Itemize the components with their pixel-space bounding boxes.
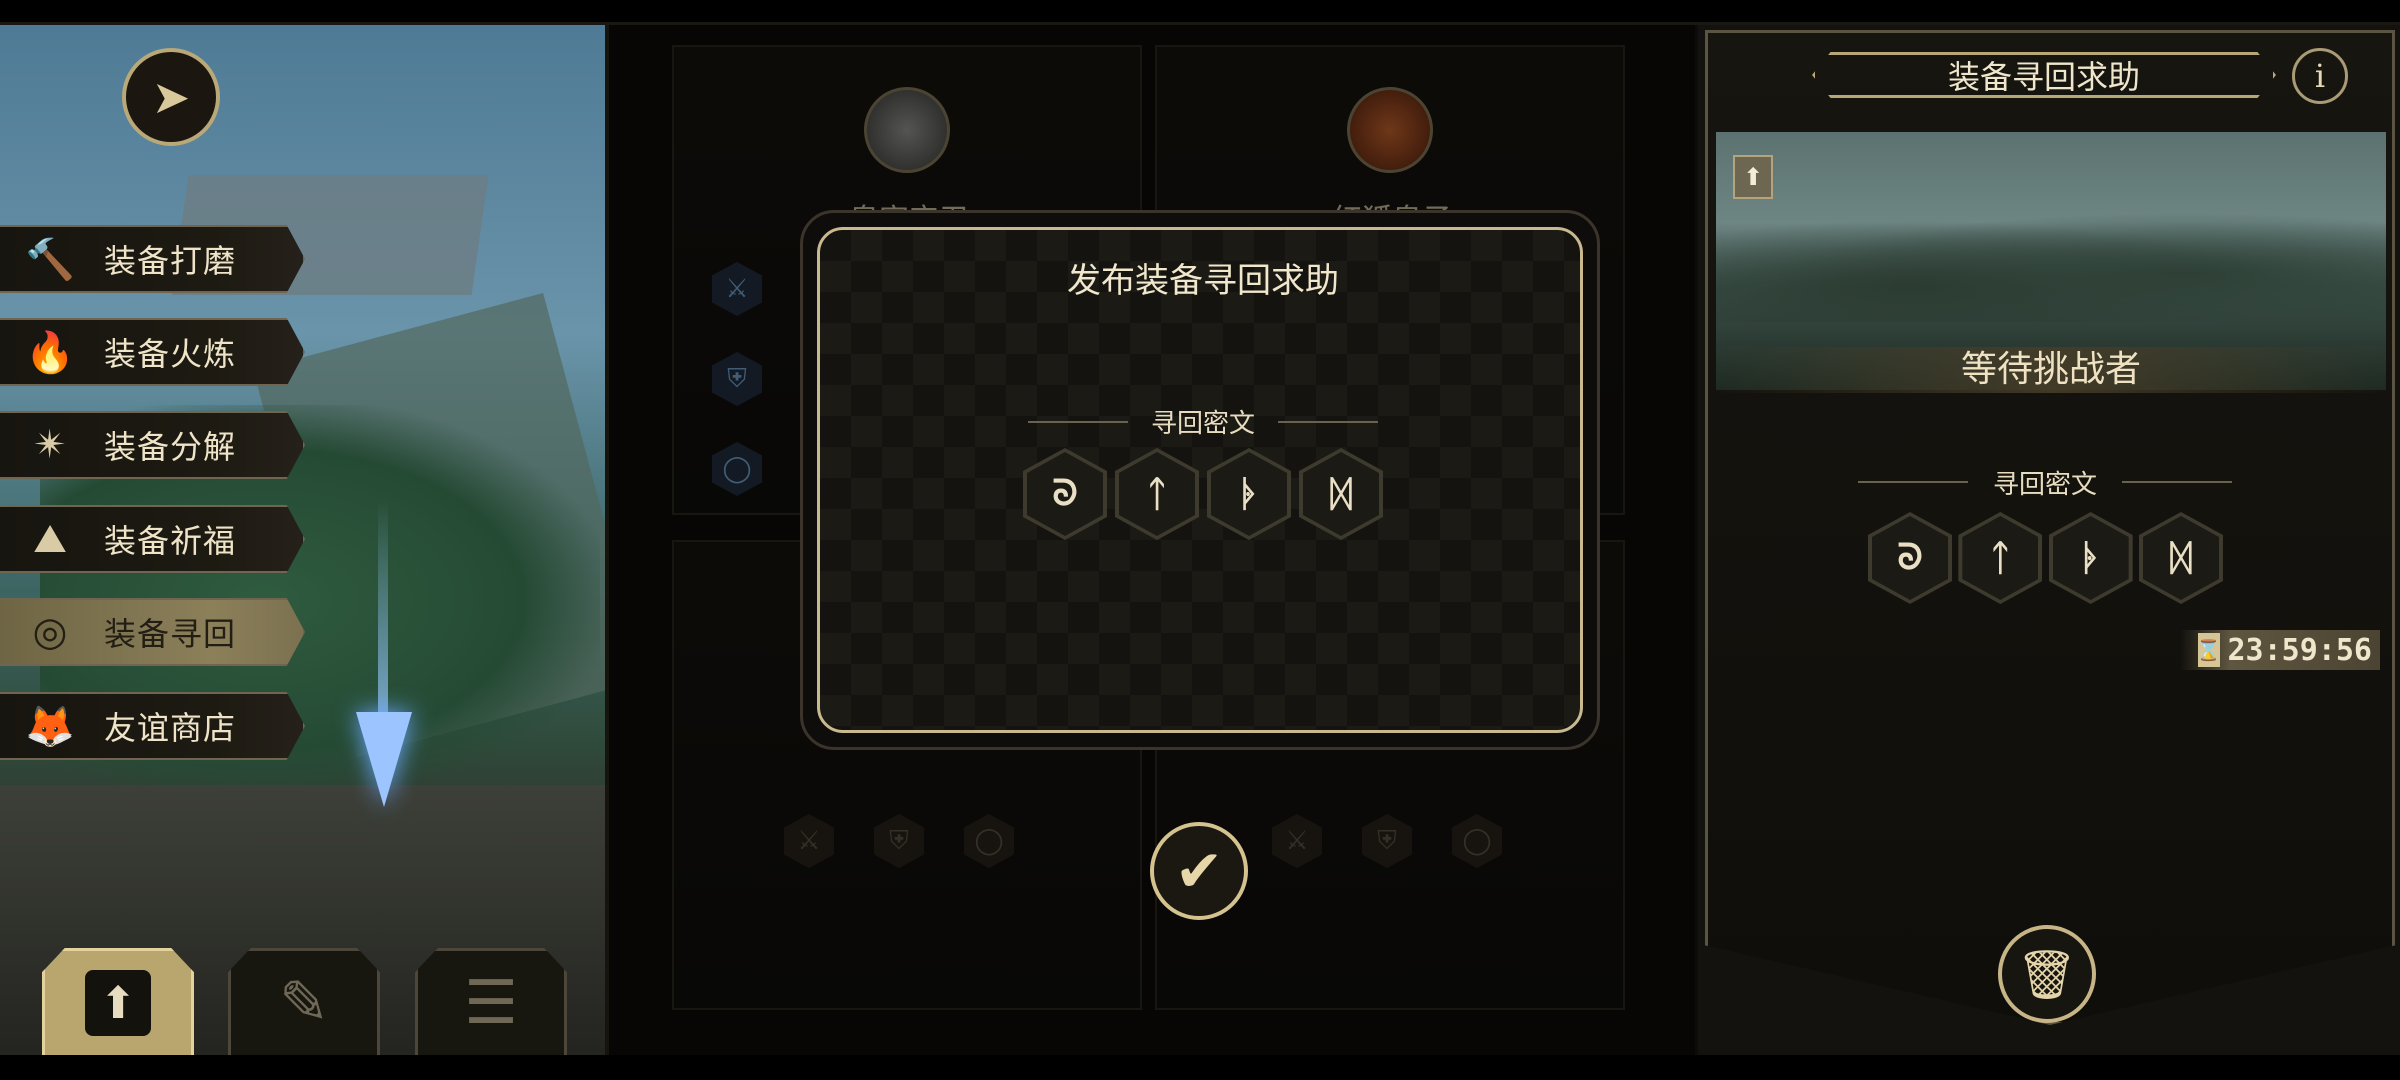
menu-item-label: 装备分解 [104, 428, 237, 466]
status-ribbon: 等待挑战者 [1716, 347, 2386, 393]
bottom-button[interactable]: ✎ [228, 948, 380, 1058]
cipher-label: 寻回密文 [1992, 470, 2097, 500]
menu-item[interactable]: 🦊 友谊商店 [0, 692, 305, 760]
timer-text: 23:59:56 [2227, 632, 2373, 668]
right-title-bar: 装备寻回求助 [1812, 52, 2276, 98]
check-icon: ✔ [1174, 837, 1224, 905]
confirm-button[interactable]: ✔ [1150, 822, 1248, 920]
target-icon: ◎ [32, 609, 68, 655]
menu-item[interactable]: 🔨 装备打磨 [0, 225, 305, 293]
divider [1858, 481, 1968, 483]
rune-glyph: ᘐ [1027, 452, 1103, 536]
rune-icon: ᛏ [1115, 448, 1199, 540]
rune-icon: ᚧ [2048, 512, 2133, 604]
rune-icon: ᘐ [1868, 512, 1952, 604]
menu-item[interactable]: ◎ 装备寻回 [0, 598, 305, 666]
info-button[interactable]: i [2292, 48, 2348, 104]
status-text: 等待挑战者 [1960, 349, 2141, 390]
dialog-title: 发布装备寻回求助 [1067, 261, 1339, 301]
upload-icon: ⬆ [85, 970, 151, 1036]
menu-item-label: 装备火炼 [104, 335, 237, 373]
light-beam [378, 500, 388, 740]
rune-icon: ᘐ [1023, 448, 1107, 540]
rune-glyph: ᛞ [1303, 452, 1379, 536]
menu-item[interactable]: 🔥 装备火炼 [0, 318, 305, 386]
delete-button[interactable]: 🗑 [1998, 925, 2096, 1023]
bottom-button[interactable]: ⬆ [42, 948, 194, 1058]
rune-glyph: ᘐ [1872, 516, 1948, 600]
menu-item[interactable]: ✴ 装备分解 [0, 411, 305, 479]
feather-icon: ✎ [278, 968, 330, 1038]
cipher-runes: ᘐᛏᚧᛞ [1868, 512, 2223, 607]
back-button[interactable]: ➤ [122, 48, 220, 146]
divider [2122, 481, 2232, 483]
shatter-icon: ✴ [33, 422, 67, 468]
rune-glyph: ᛏ [1119, 452, 1195, 536]
battlefield-banner: 等待挑战者 [1716, 132, 2386, 393]
rune-icon: ᛏ [1958, 512, 2043, 604]
trash-icon: 🗑 [2016, 946, 2078, 1003]
list-icon: ☰ [464, 968, 518, 1038]
divider [1028, 421, 1128, 423]
cipher-runes: ᘐᛏᚧᛞ [1023, 448, 1383, 543]
upload-icon[interactable]: ⬆ [1733, 155, 1773, 199]
fox-icon: 🦊 [25, 703, 75, 750]
banner-scenery [1716, 202, 2386, 322]
rune-icon: ᚧ [1207, 448, 1291, 540]
rune-glyph: ᚧ [1211, 452, 1287, 536]
pray-icon: ⛰ [33, 516, 67, 562]
rune-glyph: ᛞ [2142, 516, 2219, 600]
back-arrow-icon: ➤ [151, 70, 191, 124]
menu-item[interactable]: ⛰ 装备祈福 [0, 505, 305, 573]
menu-item-label: 友谊商店 [104, 709, 237, 747]
bottom-button[interactable]: ☰ [415, 948, 567, 1058]
bottom-bar [0, 1055, 2400, 1080]
menu-item-label: 装备寻回 [104, 615, 237, 653]
menu-item-label: 装备祈福 [104, 522, 237, 560]
rune-glyph: ᚧ [2052, 516, 2129, 600]
right-panel-title: 装备寻回求助 [1947, 58, 2140, 96]
rune-glyph: ᛏ [1962, 516, 2039, 600]
cipher-label: 寻回密文 [1150, 409, 1255, 439]
menu-item-label: 装备打磨 [104, 242, 237, 280]
location-marker-icon [356, 712, 412, 807]
top-bar [0, 0, 2400, 25]
rune-icon: ᛞ [2138, 512, 2223, 604]
rune-icon: ᛞ [1299, 448, 1383, 540]
divider [1278, 421, 1378, 423]
hourglass-icon: ⌛ [2196, 633, 2221, 667]
publish-dialog: 发布装备寻回求助 寻回密文 ᘐᛏᚧᛞ [800, 210, 1600, 750]
hammer-icon: 🔨 [25, 236, 75, 283]
flame-icon: 🔥 [25, 329, 75, 376]
countdown-timer: ⌛ 23:59:56 [2180, 630, 2380, 670]
